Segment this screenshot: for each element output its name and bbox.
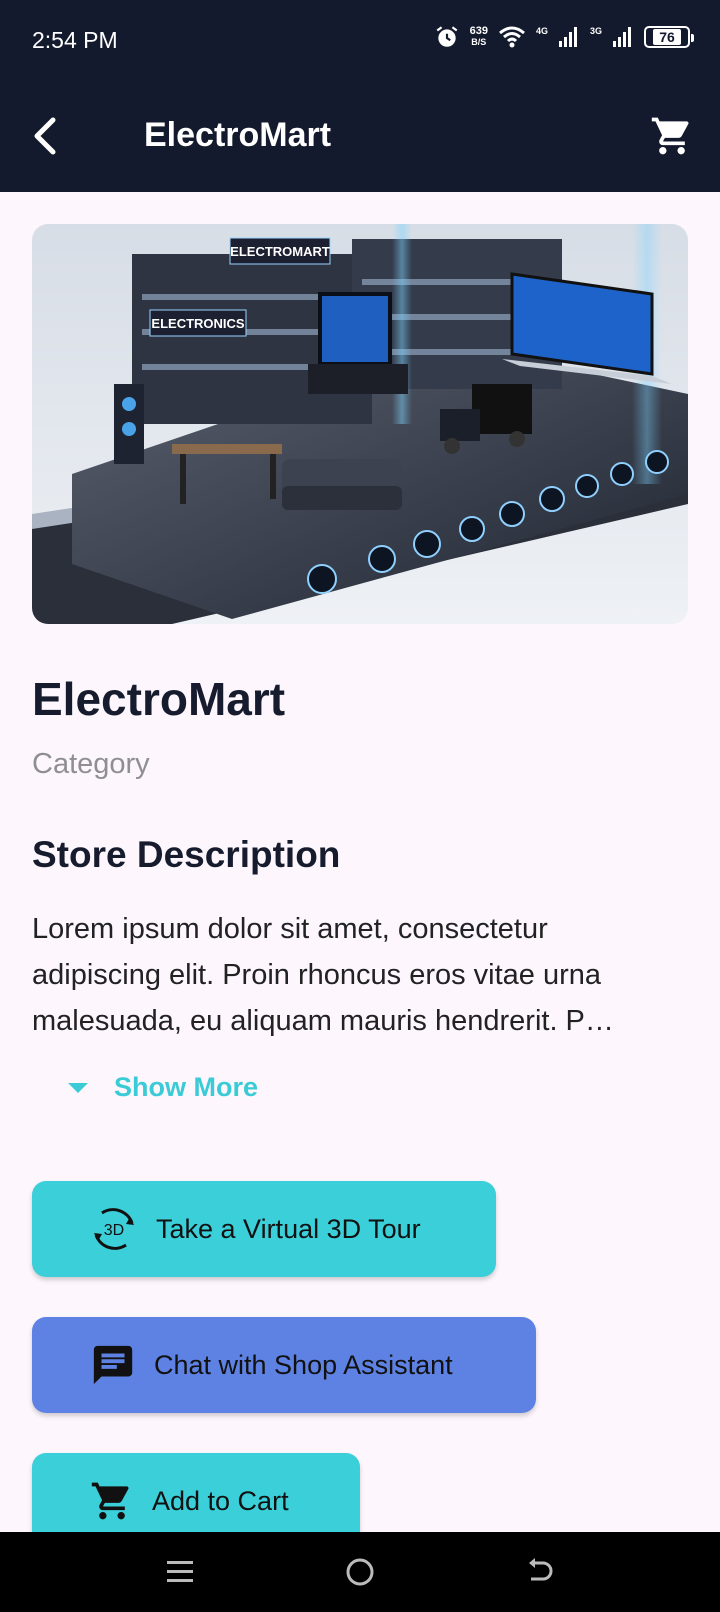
battery-level: 76	[653, 29, 681, 45]
system-nav-bar	[0, 1532, 720, 1612]
back-button[interactable]	[22, 112, 70, 160]
store-hero-image: ELECTROMART ELECTRONICS	[32, 224, 688, 624]
show-more-button[interactable]: Show More	[66, 1072, 258, 1103]
store-illustration: ELECTROMART ELECTRONICS	[32, 224, 688, 624]
net-speed-unit: B/S	[471, 37, 487, 47]
app-title: ElectroMart	[144, 116, 332, 154]
battery-icon: 76	[644, 26, 694, 48]
back-arrow-icon	[529, 1558, 553, 1581]
sign-electronics: ELECTRONICS	[151, 316, 245, 331]
3d-icon-text: 3D	[104, 1222, 124, 1239]
store-category: Category	[32, 748, 150, 780]
description-line: adipiscing elit. Proin rhoncus eros vita…	[32, 959, 602, 991]
chat-icon	[93, 1345, 133, 1385]
sign-electromart: ELECTROMART	[230, 244, 330, 259]
description-line: Lorem ipsum dolor sit amet, consectetur	[32, 913, 548, 945]
net-speed: 639 B/S	[470, 26, 488, 48]
virtual-tour-button[interactable]: 3D Take a Virtual 3D Tour	[32, 1181, 496, 1277]
add-to-cart-label: Add to Cart	[152, 1485, 289, 1516]
wifi-icon	[499, 26, 525, 48]
store-description-title: Store Description	[32, 834, 341, 875]
arrow-back-icon	[34, 117, 56, 155]
status-bar: 2:54 PM 639 B/S 4G 3G 76	[0, 0, 720, 82]
cart-button[interactable]	[646, 110, 698, 162]
virtual-tour-label: Take a Virtual 3D Tour	[156, 1213, 421, 1244]
home-circle-icon	[346, 1558, 374, 1586]
3d-rotation-icon: 3D	[94, 1208, 134, 1250]
signal-icon	[613, 27, 631, 47]
recent-apps-button[interactable]	[158, 1550, 202, 1594]
status-icons: 639 B/S 4G 3G 76	[434, 24, 694, 50]
store-description: Lorem ipsum dolor sit amet, consectetur …	[32, 906, 692, 1044]
status-time: 2:54 PM	[32, 27, 118, 53]
store-name: ElectroMart	[32, 673, 286, 725]
shopping-cart-icon	[91, 1482, 129, 1520]
net-speed-value: 639	[469, 25, 488, 37]
description-line: malesuada, eu aliquam mauris hendrerit. …	[32, 1005, 614, 1037]
app-bar: ElectroMart	[0, 82, 720, 192]
chat-assistant-label: Chat with Shop Assistant	[154, 1349, 453, 1380]
chat-assistant-button[interactable]: Chat with Shop Assistant	[32, 1317, 536, 1413]
menu-icon	[167, 1561, 193, 1582]
caret-down-icon	[68, 1082, 88, 1093]
signal-label-3g: 3G	[589, 26, 602, 36]
back-nav-button[interactable]	[518, 1550, 562, 1594]
home-button[interactable]	[338, 1550, 382, 1594]
signal-icon	[558, 27, 577, 47]
show-more-label: Show More	[114, 1072, 259, 1102]
alarm-icon	[436, 26, 458, 47]
shopping-cart-icon	[651, 117, 689, 155]
signal-label-4g: 4G	[535, 26, 548, 36]
